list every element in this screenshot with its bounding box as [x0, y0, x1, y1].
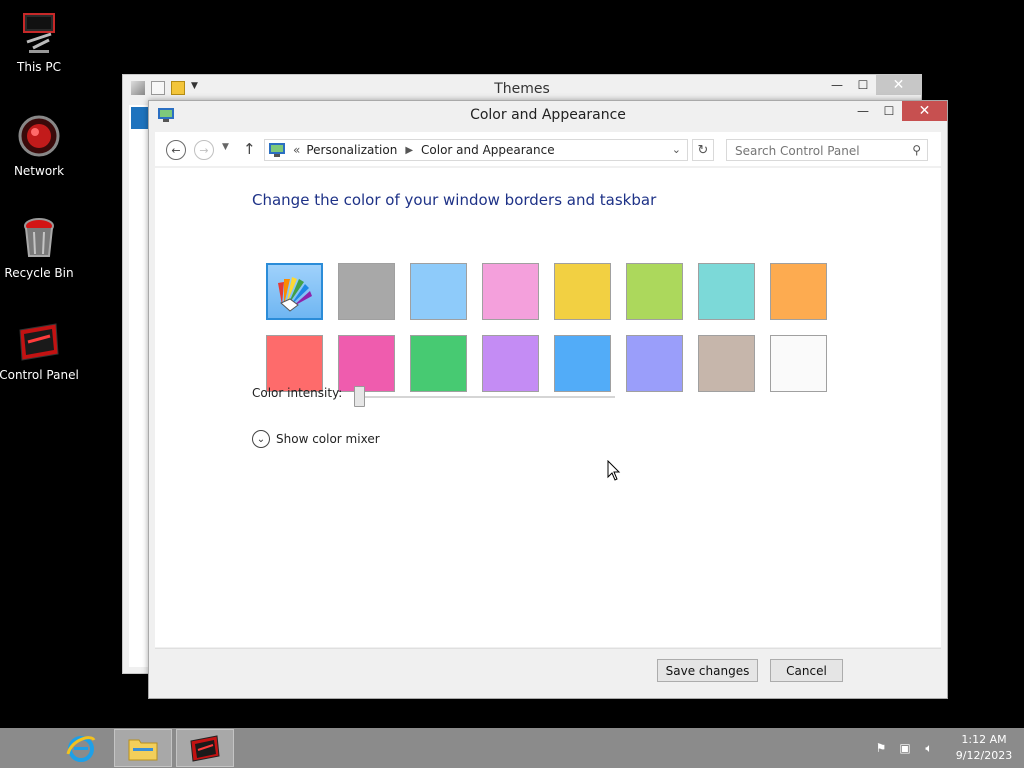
color-swatch-periwinkle[interactable]: [626, 335, 683, 392]
color-swatch-blue[interactable]: [554, 335, 611, 392]
desktop-icon-control-panel[interactable]: Control Panel: [0, 320, 79, 382]
cancel-button[interactable]: Cancel: [770, 659, 843, 682]
desktop-icon-network[interactable]: Network: [0, 114, 78, 178]
breadcrumb-personalization[interactable]: Personalization: [306, 143, 397, 157]
window-titlebar[interactable]: Color and Appearance — ☐ ✕: [149, 101, 947, 131]
desktop-icon-recycle-bin[interactable]: Recycle Bin: [0, 216, 78, 280]
recycle-bin-icon: [24, 218, 54, 257]
color-swatch-pink[interactable]: [482, 263, 539, 320]
show-color-mixer-toggle[interactable]: ⌄ Show color mixer: [252, 430, 380, 448]
chevron-down-icon[interactable]: ⌄: [672, 143, 681, 156]
save-changes-button[interactable]: Save changes: [657, 659, 758, 682]
color-appearance-window[interactable]: Color and Appearance — ☐ ✕ ← → ▼ ↑ « Per…: [148, 100, 948, 699]
control-panel-icon: [19, 323, 59, 361]
chevron-down-icon: ▼: [222, 142, 229, 152]
refresh-button[interactable]: ↻: [692, 139, 714, 161]
themes-window-title: Themes: [494, 81, 550, 97]
page-heading: Change the color of your window borders …: [252, 191, 657, 209]
clock[interactable]: 1:12 AM 9/12/2023: [944, 732, 1024, 764]
control-panel-icon: [190, 735, 220, 762]
this-pc-icon: [23, 13, 55, 53]
color-intensity-slider-track[interactable]: [360, 396, 615, 398]
taskbar-internet-explorer[interactable]: [52, 729, 110, 767]
breadcrumb-color-appearance[interactable]: Color and Appearance: [421, 143, 555, 157]
maximize-button[interactable]: ☐: [876, 101, 902, 121]
network-icon: [18, 115, 60, 157]
color-swatch-magenta[interactable]: [338, 335, 395, 392]
themes-titlebar[interactable]: ▼ Themes — ☐ ✕: [123, 75, 921, 102]
up-button[interactable]: ↑: [243, 140, 256, 158]
taskbar: ⚑ ▣ 🔈︎ 1:12 AM 9/12/2023: [0, 728, 1024, 768]
color-swatch-yellow[interactable]: [554, 263, 611, 320]
refresh-icon: ↻: [697, 142, 709, 158]
back-button[interactable]: ←: [166, 140, 186, 160]
color-swatch-red[interactable]: [266, 335, 323, 392]
footer-bar: Save changes Cancel: [155, 648, 941, 692]
recent-locations-dropdown[interactable]: ▼: [222, 142, 229, 152]
color-swatch-orange[interactable]: [770, 263, 827, 320]
desktop-icon-label: Recycle Bin: [4, 266, 74, 280]
color-intensity-slider-thumb[interactable]: [354, 386, 365, 407]
taskbar-control-panel[interactable]: [176, 729, 234, 767]
arrow-left-icon: ←: [171, 143, 181, 157]
color-swatch-purple[interactable]: [482, 335, 539, 392]
content-pane: Change the color of your window borders …: [155, 167, 941, 647]
color-swatch-automatic[interactable]: [266, 263, 323, 320]
minimize-button[interactable]: —: [824, 75, 850, 95]
clock-time: 1:12 AM: [961, 733, 1007, 746]
navigation-bar: ← → ▼ ↑ « Personalization ▶ Color and Ap…: [155, 132, 941, 166]
volume-icon[interactable]: 🔈︎: [920, 740, 938, 756]
color-swatch-gray[interactable]: [338, 263, 395, 320]
taskbar-file-explorer[interactable]: [114, 729, 172, 767]
color-palette-icon: [278, 277, 312, 312]
internet-explorer-icon: [66, 736, 96, 762]
clock-date: 9/12/2023: [955, 749, 1013, 762]
color-swatch-taupe[interactable]: [698, 335, 755, 392]
caption-buttons: — ☐ ✕: [850, 101, 947, 121]
close-button[interactable]: ✕: [876, 75, 921, 95]
color-swatch-teal[interactable]: [698, 263, 755, 320]
search-icon[interactable]: ⚲: [912, 143, 921, 157]
arrow-right-icon: →: [199, 143, 209, 157]
color-swatch-lime[interactable]: [626, 263, 683, 320]
minimize-button[interactable]: —: [850, 101, 876, 121]
window-title: Color and Appearance: [470, 107, 626, 123]
chevron-right-icon[interactable]: ▶: [405, 145, 413, 156]
maximize-button[interactable]: ☐: [850, 75, 876, 95]
color-swatch-light-blue[interactable]: [410, 263, 467, 320]
desktop-icon-label: Control Panel: [0, 368, 79, 382]
folder-icon: [128, 739, 158, 761]
color-swatch-white[interactable]: [770, 335, 827, 392]
control-panel-icon: [269, 143, 285, 157]
action-center-flag-icon[interactable]: ⚑: [872, 740, 890, 756]
desktop-icon-label: Network: [13, 164, 65, 178]
desktop: This PC Network Recycle Bin Control Pane…: [0, 0, 1024, 768]
search-input[interactable]: [727, 141, 897, 161]
address-bar[interactable]: « Personalization ▶ Color and Appearance…: [264, 139, 688, 161]
themes-caption-buttons: — ☐ ✕: [824, 75, 921, 95]
mouse-cursor-icon: [607, 460, 621, 481]
desktop-icon-label: This PC: [17, 60, 61, 74]
chevron-down-icon: ⌄: [252, 430, 270, 448]
close-button[interactable]: ✕: [902, 101, 947, 121]
network-status-icon[interactable]: ▣: [896, 740, 914, 756]
breadcrumb-overflow[interactable]: «: [293, 143, 300, 157]
search-box[interactable]: ⚲: [726, 139, 928, 161]
forward-button[interactable]: →: [194, 140, 214, 160]
system-tray: ⚑ ▣ 🔈︎ 1:12 AM 9/12/2023: [872, 728, 1024, 768]
color-intensity-label: Color intensity:: [252, 386, 343, 400]
show-color-mixer-label: Show color mixer: [276, 432, 380, 446]
desktop-icon-this-pc[interactable]: This PC: [0, 12, 78, 74]
arrow-up-icon: ↑: [243, 140, 256, 158]
color-swatch-green[interactable]: [410, 335, 467, 392]
